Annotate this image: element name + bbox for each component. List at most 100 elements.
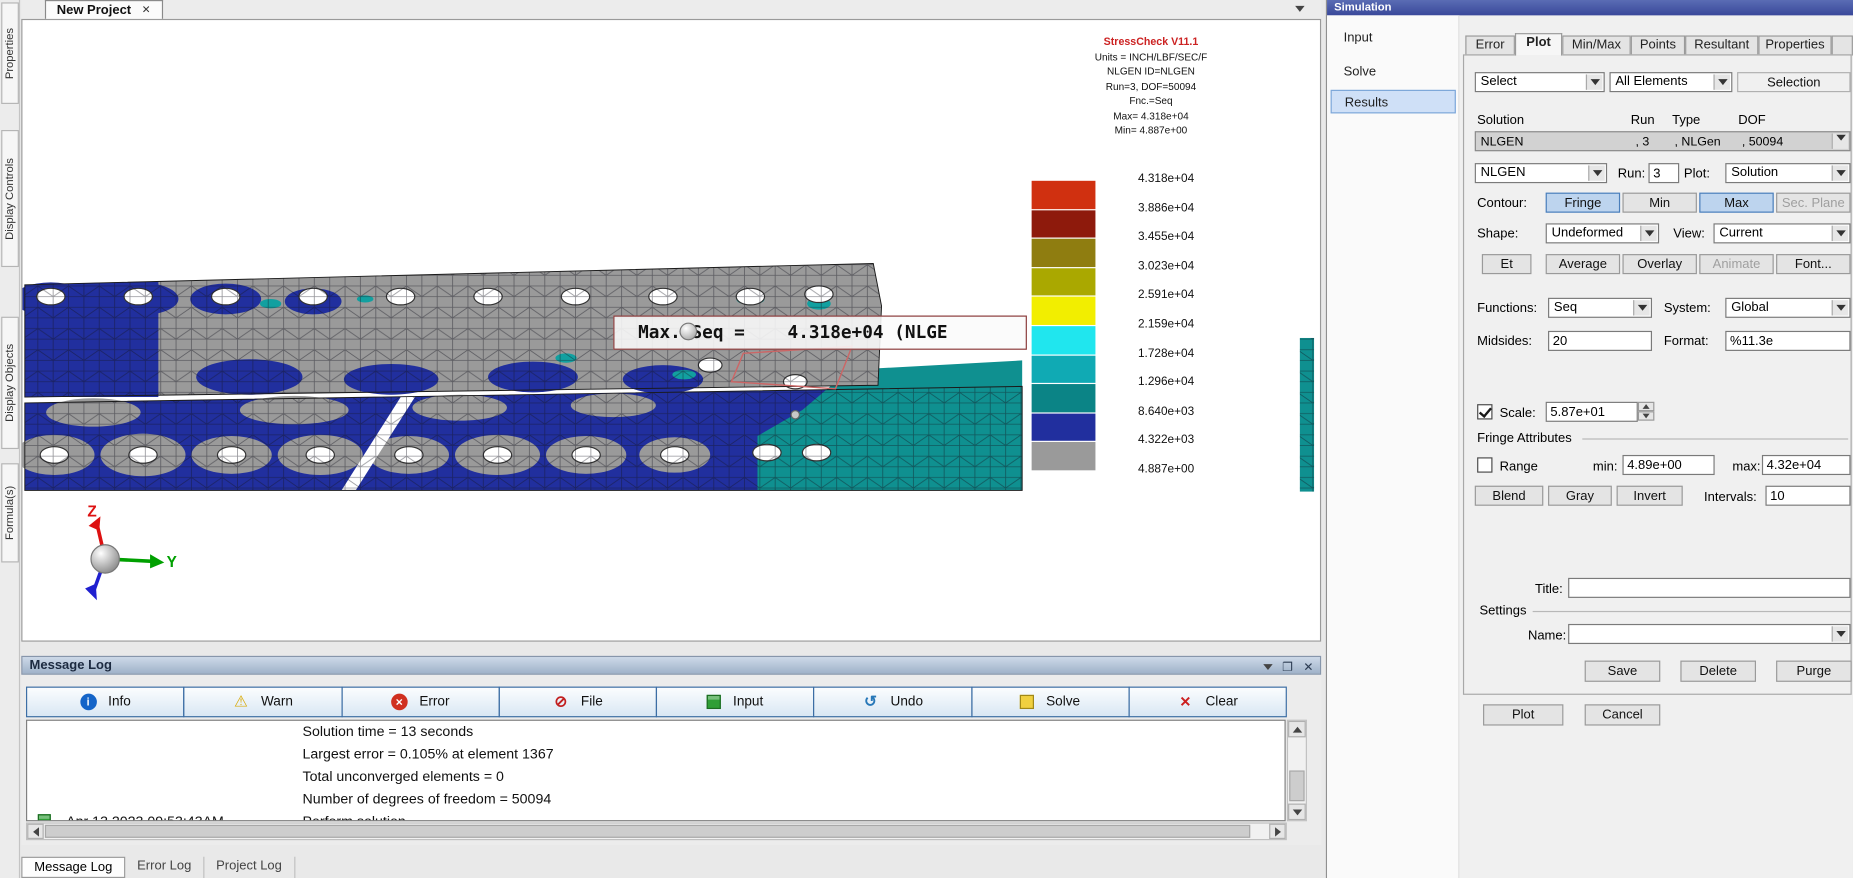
- range-max-input[interactable]: [1762, 455, 1851, 475]
- simulation-titlebar[interactable]: Simulation: [1327, 0, 1853, 15]
- scale-checkbox[interactable]: [1477, 404, 1492, 419]
- log-vertical-scrollbar[interactable]: [1287, 720, 1307, 822]
- model-viewport[interactable]: Z Y StressCheck V11.1 Units = INCH/LBF/S…: [21, 19, 1321, 642]
- chevron-down-icon[interactable]: [1832, 134, 1849, 149]
- error-button[interactable]: ✕ Error: [341, 687, 500, 718]
- nav-item-input[interactable]: Input: [1331, 26, 1456, 50]
- plot-type-dropdown[interactable]: Solution: [1725, 163, 1850, 183]
- close-icon[interactable]: ✕: [142, 4, 151, 17]
- format-input[interactable]: [1725, 331, 1850, 351]
- tab-partial[interactable]: [1832, 35, 1853, 55]
- overlay-button[interactable]: Overlay: [1622, 254, 1696, 274]
- info-button[interactable]: i Info: [26, 687, 185, 718]
- spinner-down-icon[interactable]: [1638, 411, 1655, 420]
- functions-dropdown[interactable]: Seq: [1548, 298, 1652, 318]
- spinner-up-icon[interactable]: [1638, 402, 1655, 411]
- cancel-button[interactable]: Cancel: [1585, 704, 1661, 725]
- rail-tab-properties[interactable]: Properties: [1, 2, 19, 104]
- rail-tab-formulas[interactable]: Formula(s): [1, 463, 19, 562]
- rail-tab-display-controls[interactable]: Display Controls: [1, 130, 19, 267]
- animate-button: Animate: [1699, 254, 1773, 274]
- et-button[interactable]: Et: [1482, 254, 1532, 274]
- tab-new-project[interactable]: New Project ✕: [45, 0, 163, 19]
- scroll-down-icon[interactable]: [1288, 804, 1306, 821]
- max-button[interactable]: Max: [1699, 193, 1773, 213]
- rail-tab-label: Formula(s): [4, 486, 17, 540]
- max-point-marker: [679, 323, 697, 341]
- solution-type: , NLGen: [1674, 134, 1720, 152]
- tab-resultant[interactable]: Resultant: [1685, 35, 1758, 55]
- input-icon: [707, 695, 721, 709]
- max-value-annotation[interactable]: Max. Seq = 4.318e+04 (NLGE: [613, 316, 1027, 350]
- undo-button-label: Undo: [891, 695, 923, 709]
- gray-button[interactable]: Gray: [1548, 486, 1612, 506]
- midsides-input[interactable]: [1548, 331, 1652, 351]
- selection-button[interactable]: Selection: [1737, 72, 1850, 92]
- scroll-thumb[interactable]: [1289, 770, 1304, 801]
- tab-properties[interactable]: Properties: [1758, 35, 1831, 55]
- scale-spinner[interactable]: [1638, 402, 1655, 422]
- undo-button[interactable]: ↺ Undo: [813, 687, 972, 718]
- float-window-icon[interactable]: ❐: [1282, 659, 1293, 677]
- plot-label: Plot:: [1684, 167, 1710, 181]
- font-button[interactable]: Font...: [1776, 254, 1850, 274]
- system-dropdown[interactable]: Global: [1725, 298, 1850, 318]
- invert-button[interactable]: Invert: [1617, 486, 1683, 506]
- intervals-input[interactable]: [1765, 486, 1850, 506]
- average-button[interactable]: Average: [1546, 254, 1620, 274]
- range-checkbox[interactable]: [1477, 457, 1492, 472]
- plot-button[interactable]: Plot: [1483, 704, 1563, 725]
- tab-project-log[interactable]: Project Log: [204, 857, 295, 878]
- run-input[interactable]: [1648, 163, 1679, 183]
- log-horizontal-scrollbar[interactable]: [26, 822, 1287, 840]
- scroll-right-icon[interactable]: [1269, 824, 1286, 839]
- scroll-up-icon[interactable]: [1288, 721, 1306, 738]
- log-text-area[interactable]: Solution time = 13 seconds Largest error…: [26, 720, 1286, 822]
- min-button[interactable]: Min: [1622, 193, 1696, 213]
- range-min-input[interactable]: [1622, 455, 1714, 475]
- delete-button[interactable]: Delete: [1680, 661, 1756, 682]
- tab-plot[interactable]: Plot: [1515, 33, 1562, 55]
- file-button[interactable]: ⊘ File: [498, 687, 657, 718]
- legend-value: 3.455e+04: [1138, 231, 1194, 260]
- tab-error[interactable]: Error: [1465, 35, 1515, 55]
- select-mode-dropdown[interactable]: Select: [1475, 72, 1605, 92]
- simulation-title: Simulation: [1334, 1, 1391, 14]
- solution-summary-field[interactable]: NLGEN , 3 , NLGen , 50094: [1475, 131, 1851, 151]
- purge-button[interactable]: Purge: [1776, 661, 1852, 682]
- save-button[interactable]: Save: [1585, 661, 1661, 682]
- close-icon[interactable]: ✕: [1303, 659, 1313, 677]
- input-button[interactable]: Input: [656, 687, 815, 718]
- clear-button[interactable]: ✕ Clear: [1128, 687, 1287, 718]
- select-mode-value: Select: [1481, 74, 1517, 88]
- tab-list-chevron-down-icon[interactable]: [1295, 6, 1304, 12]
- view-dropdown[interactable]: Current: [1713, 223, 1850, 243]
- nav-item-solve[interactable]: Solve: [1331, 60, 1456, 84]
- rail-tab-display-objects[interactable]: Display Objects: [1, 317, 19, 449]
- tab-min-max[interactable]: Min/Max: [1562, 35, 1631, 55]
- element-filter-dropdown[interactable]: All Elements: [1609, 72, 1732, 92]
- tab-points[interactable]: Points: [1631, 35, 1685, 55]
- document-tab-bar: New Project ✕: [21, 0, 1321, 19]
- tab-error-log[interactable]: Error Log: [125, 857, 204, 878]
- nav-item-results[interactable]: Results: [1331, 90, 1456, 114]
- blend-button[interactable]: Blend: [1475, 486, 1544, 506]
- message-log-titlebar[interactable]: Message Log ❐ ✕: [21, 656, 1321, 675]
- tab-message-log[interactable]: Message Log: [21, 857, 125, 878]
- settings-name-dropdown[interactable]: [1568, 624, 1850, 644]
- clear-icon: ✕: [1177, 694, 1194, 711]
- shape-label: Shape:: [1477, 227, 1518, 241]
- scale-input[interactable]: [1546, 402, 1638, 422]
- fringe-button[interactable]: Fringe: [1546, 193, 1620, 213]
- scroll-thumb[interactable]: [45, 825, 1250, 838]
- solve-button[interactable]: Solve: [971, 687, 1130, 718]
- panel-menu-chevron-icon[interactable]: [1263, 664, 1272, 670]
- scroll-left-icon[interactable]: [27, 824, 44, 839]
- warn-button[interactable]: ⚠ Warn: [183, 687, 342, 718]
- shape-dropdown[interactable]: Undeformed: [1546, 223, 1659, 243]
- solution-dropdown[interactable]: NLGEN: [1475, 163, 1607, 183]
- app-window: Properties Display Controls Display Obje…: [0, 0, 1853, 878]
- title-input[interactable]: [1568, 578, 1850, 598]
- input-button-label: Input: [733, 695, 763, 709]
- legend-value: 4.887e+00: [1138, 463, 1194, 492]
